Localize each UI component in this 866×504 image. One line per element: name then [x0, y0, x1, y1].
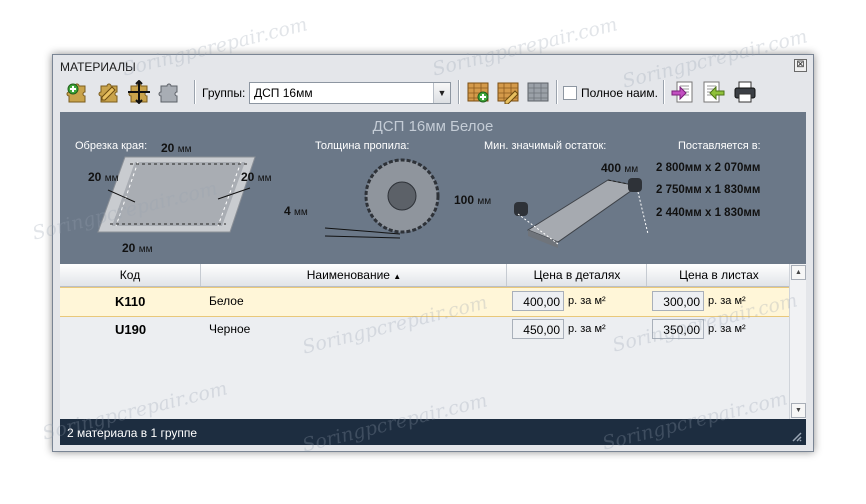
groups-select-value: ДСП 16мм	[254, 86, 313, 100]
table-row[interactable]: U190 Черное 450,00 р. за м² 350,00 р. за…	[60, 316, 790, 344]
delete-material-icon[interactable]	[157, 80, 181, 104]
add-group-icon[interactable]	[466, 80, 490, 104]
scroll-up-button[interactable]: ▲	[791, 265, 806, 280]
row-code: U190	[115, 322, 147, 337]
kerf-label: Толщина пропила:	[315, 140, 410, 152]
print-icon[interactable]	[733, 80, 757, 104]
price-parts-unit: р. за м²	[568, 323, 606, 335]
chevron-down-icon[interactable]: ▼	[433, 83, 450, 103]
groups-select[interactable]: ДСП 16мм ▼	[249, 82, 451, 104]
full-name-checkbox[interactable]	[563, 86, 577, 100]
status-text: 2 материала в 1 группе	[67, 426, 198, 440]
window-title: МАТЕРИАЛЫ	[60, 60, 136, 74]
price-sheets-unit: р. за м²	[708, 323, 746, 335]
trim-left: 20 мм	[88, 170, 119, 184]
import-icon[interactable]	[671, 80, 695, 104]
price-sheets-unit: р. за м²	[708, 295, 746, 307]
close-button[interactable]: ⊠	[794, 59, 807, 72]
material-info-panel: ДСП 16мм Белое Обрезка края: 20 мм 20 мм…	[60, 112, 806, 264]
grid-header: Код Наименование ▲ Цена в деталях Цена в…	[60, 264, 790, 287]
header-name-label: Наименование	[306, 268, 390, 282]
price-sheets-field[interactable]: 350,00	[652, 319, 704, 339]
row-name: Черное	[209, 322, 251, 336]
row-name: Белое	[209, 294, 244, 308]
toolbar-separator	[663, 80, 665, 104]
materials-grid: Код Наименование ▲ Цена в деталях Цена в…	[60, 264, 806, 419]
toolbar: Группы: ДСП 16мм ▼ Полное наим.	[53, 77, 813, 107]
export-icon[interactable]	[701, 80, 725, 104]
remnant-illustration	[514, 178, 649, 248]
toolbar-separator	[556, 80, 558, 104]
materials-window: МАТЕРИАЛЫ ⊠ Группы: ДСП 16мм ▼ Полное на…	[52, 54, 814, 452]
toolbar-separator	[194, 80, 196, 104]
edit-material-icon[interactable]	[97, 80, 121, 104]
edge-trim-label: Обрезка края:	[75, 140, 148, 152]
table-row[interactable]: K110 Белое 400,00 р. за м² 300,00 р. за …	[60, 287, 790, 317]
row-code: K110	[115, 294, 146, 309]
header-name[interactable]: Наименование ▲	[200, 264, 507, 286]
trim-bottom: 20 мм	[122, 241, 153, 255]
sheet-size: 2 440мм x 1 830мм	[656, 207, 761, 219]
min-remnant-label: Мин. значимый остаток:	[484, 140, 607, 152]
board-illustration	[97, 156, 256, 233]
sort-asc-icon: ▲	[393, 272, 402, 281]
header-price-sheets[interactable]: Цена в листах	[646, 264, 791, 286]
remnant-width: 100 мм	[454, 193, 492, 207]
header-code[interactable]: Код	[60, 264, 200, 286]
title-bar: МАТЕРИАЛЫ ⊠	[53, 55, 813, 77]
groups-label: Группы:	[202, 86, 246, 100]
price-parts-unit: р. за м²	[568, 295, 606, 307]
delete-group-icon[interactable]	[526, 80, 550, 104]
edit-group-icon[interactable]	[496, 80, 520, 104]
sheet-size: 2 750мм x 1 830мм	[656, 184, 761, 196]
resize-material-icon[interactable]	[127, 80, 151, 104]
material-title: ДСП 16мм Белое	[372, 118, 494, 135]
trim-top: 20 мм	[161, 141, 192, 155]
vertical-scrollbar[interactable]: ▲ ▼	[789, 264, 806, 419]
saw-blade-illustration	[324, 158, 440, 239]
kerf-value: 4 мм	[284, 204, 308, 218]
header-price-parts[interactable]: Цена в деталях	[506, 264, 647, 286]
status-bar: 2 материала в 1 группе	[60, 419, 806, 445]
supplied-label: Поставляется в:	[678, 140, 761, 152]
trim-right: 20 мм	[241, 170, 272, 184]
resize-grip-icon[interactable]	[790, 430, 802, 442]
remnant-length: 400 мм	[601, 161, 639, 175]
add-material-icon[interactable]	[65, 80, 89, 104]
price-sheets-field[interactable]: 300,00	[652, 291, 704, 311]
price-parts-field[interactable]: 450,00	[512, 319, 564, 339]
toolbar-separator	[458, 80, 460, 104]
sheet-size: 2 800мм x 2 070мм	[656, 162, 761, 174]
price-parts-field[interactable]: 400,00	[512, 291, 564, 311]
full-name-label: Полное наим.	[581, 86, 658, 100]
scroll-down-button[interactable]: ▼	[791, 403, 806, 418]
